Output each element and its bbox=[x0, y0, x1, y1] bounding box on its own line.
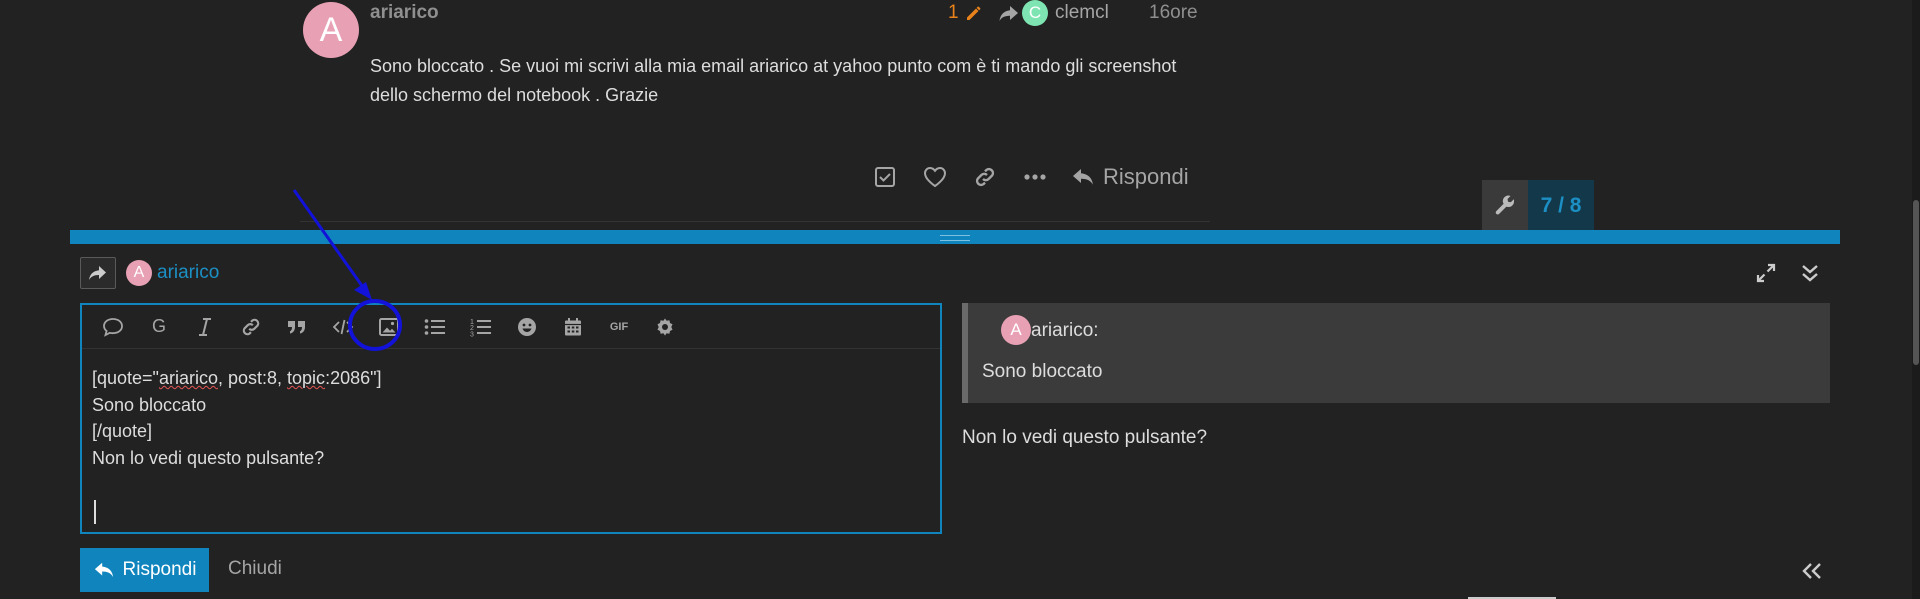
like-heart-icon[interactable] bbox=[913, 166, 957, 188]
editor-toolbar: G 123 GIF bbox=[82, 305, 940, 349]
editor-textarea[interactable]: [quote="ariarico, post:8, topic:2086"] So… bbox=[92, 365, 382, 471]
svg-text:3: 3 bbox=[470, 331, 474, 337]
post-reply-button[interactable]: Rispondi bbox=[1071, 164, 1189, 190]
quote-text: Sono bloccato bbox=[982, 361, 1103, 382]
composer-editor: G 123 GIF [quote="ariarico, post:8, topi… bbox=[80, 303, 942, 534]
close-composer-link[interactable]: Chiudi bbox=[228, 558, 282, 580]
quote-icon[interactable] bbox=[90, 310, 136, 344]
preview-quote: A ariarico: Sono bloccato bbox=[962, 303, 1830, 403]
reply-arrow-icon bbox=[93, 560, 115, 580]
post-reply-label: Rispondi bbox=[1103, 164, 1189, 189]
reply-type-button[interactable] bbox=[80, 257, 116, 289]
pencil-icon bbox=[964, 3, 984, 23]
reply-arrow-icon bbox=[1071, 166, 1095, 188]
post-username[interactable]: ariarico bbox=[370, 2, 439, 24]
reply-share-icon bbox=[998, 3, 1020, 23]
bullet-list-icon[interactable] bbox=[412, 310, 458, 344]
reply-to-avatar: C bbox=[1022, 0, 1048, 26]
gear-icon[interactable] bbox=[642, 310, 688, 344]
editor-line-4: Non lo vedi questo pulsante? bbox=[92, 447, 325, 468]
post-edit-indicator[interactable]: 1 bbox=[948, 0, 984, 26]
calendar-icon[interactable] bbox=[550, 310, 596, 344]
post-actions: Rispondi bbox=[868, 162, 1189, 192]
timeline-counter[interactable]: 7 / 8 bbox=[1528, 180, 1594, 232]
emoji-icon[interactable] bbox=[504, 310, 550, 344]
composer-reply-user[interactable]: ariarico bbox=[157, 262, 219, 284]
editor-line-2: Sono bloccato bbox=[92, 394, 207, 415]
collapse-preview-icon[interactable] bbox=[1797, 558, 1827, 584]
editor-line-1: [quote="ariarico, post:8, topic:2086"] bbox=[92, 368, 382, 388]
code-icon[interactable] bbox=[320, 310, 366, 344]
preview-body-text: Non lo vedi questo pulsante? bbox=[962, 427, 1208, 448]
editor-line-3: [/quote] bbox=[92, 421, 153, 441]
fullscreen-expand-icon[interactable] bbox=[1753, 260, 1779, 286]
reply-composer: A ariarico G 1 2 3 GIF [quote="ariarico,… bbox=[70, 230, 1840, 599]
admin-wrench-button[interactable] bbox=[1482, 180, 1528, 232]
collapse-composer-icon[interactable] bbox=[1797, 260, 1823, 286]
wrench-icon bbox=[1494, 195, 1516, 217]
more-ellipsis-icon[interactable] bbox=[1013, 174, 1057, 180]
solution-checkbox-icon[interactable] bbox=[868, 166, 902, 188]
composer-preview: A ariarico: Sono bloccato Non lo vedi qu… bbox=[962, 303, 1830, 534]
share-arrow-icon bbox=[88, 264, 108, 282]
gif-icon[interactable]: GIF bbox=[596, 310, 642, 344]
grammar-icon[interactable]: G bbox=[136, 310, 182, 344]
numbered-list-icon[interactable]: 123 bbox=[458, 310, 504, 344]
reply-to-username: clemcl bbox=[1055, 2, 1109, 23]
scrollbar-thumb[interactable] bbox=[1913, 200, 1919, 365]
submit-reply-button[interactable]: Rispondi bbox=[80, 548, 209, 592]
blockquote-icon[interactable] bbox=[274, 310, 320, 344]
post-avatar[interactable]: A bbox=[303, 2, 359, 58]
copy-link-icon[interactable] bbox=[963, 166, 1007, 188]
italic-icon[interactable] bbox=[182, 310, 228, 344]
post-body: Sono bloccato . Se vuoi mi scrivi alla m… bbox=[370, 56, 1177, 105]
reply-to-tab[interactable]: C clemcl bbox=[998, 0, 1109, 26]
quote-avatar: A bbox=[1001, 315, 1031, 345]
quote-author[interactable]: ariarico: bbox=[1031, 320, 1099, 342]
edit-count: 1 bbox=[948, 2, 959, 23]
text-caret bbox=[94, 500, 96, 524]
submit-reply-label: Rispondi bbox=[122, 559, 197, 580]
post-divider bbox=[300, 221, 1210, 222]
composer-grip-handle[interactable] bbox=[940, 235, 970, 241]
post-age[interactable]: 16ore bbox=[1149, 0, 1198, 26]
composer-reply-avatar: A bbox=[126, 260, 152, 286]
link-icon[interactable] bbox=[228, 310, 274, 344]
image-upload-icon[interactable] bbox=[366, 310, 412, 344]
